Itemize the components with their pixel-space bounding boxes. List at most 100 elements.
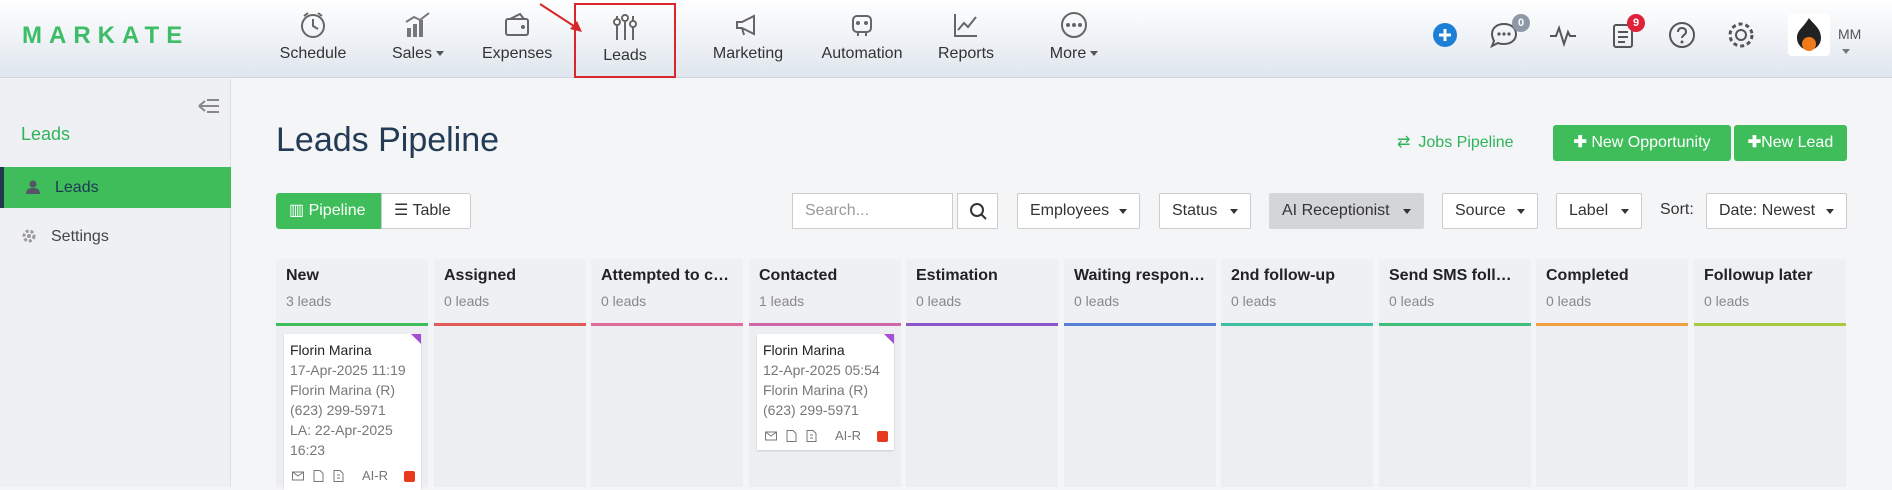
column-lead-count: 0 leads xyxy=(601,293,647,309)
new-lead-label: New Lead xyxy=(1761,134,1834,151)
column-header: Contacted 1 leads xyxy=(749,259,901,323)
sidebar-title: Leads xyxy=(21,124,71,144)
user-avatar-icon xyxy=(1797,18,1821,51)
new-lead-button[interactable]: ✚New Lead xyxy=(1734,125,1847,161)
markate-logo[interactable]: MARKATE xyxy=(22,22,189,50)
status-filter[interactable]: Status xyxy=(1159,193,1251,229)
column-lead-count: 0 leads xyxy=(1546,293,1592,309)
sort-select[interactable]: Date: Newest xyxy=(1706,193,1847,229)
invoice-icon[interactable] xyxy=(805,430,817,442)
activity-pulse-icon[interactable] xyxy=(1546,18,1580,52)
nav-label: Expenses xyxy=(482,45,553,62)
chevron-down-icon xyxy=(1621,209,1629,214)
nav-label: Reports xyxy=(937,45,995,62)
status-color-indicator xyxy=(877,431,888,442)
wallet-icon xyxy=(505,12,529,36)
column-lead-count: 0 leads xyxy=(1704,293,1750,309)
column-lead-count: 0 leads xyxy=(916,293,962,309)
ai-receptionist-filter[interactable]: AI Receptionist xyxy=(1269,193,1424,229)
nav-schedule[interactable]: Schedule xyxy=(274,0,352,78)
document-icon[interactable] xyxy=(312,470,324,482)
label-filter[interactable]: Label xyxy=(1556,193,1642,229)
lead-name: Florin Marina xyxy=(763,342,845,358)
view-table-button[interactable]: ☰ Table xyxy=(381,193,471,229)
nav-more[interactable]: More xyxy=(1046,0,1102,78)
top-navbar: MARKATE Schedule Sales Expenses Leads Ma… xyxy=(0,0,1892,78)
search-input[interactable]: Search... xyxy=(792,193,953,229)
lead-contact: Florin Marina (R) xyxy=(763,382,869,398)
column-lead-count: 0 leads xyxy=(1074,293,1120,309)
chevron-down-icon xyxy=(1090,51,1099,57)
invoice-icon[interactable] xyxy=(332,470,344,482)
column-color-bar xyxy=(1379,323,1531,326)
plus-icon: ✚ xyxy=(1747,134,1762,151)
help-icon[interactable] xyxy=(1665,18,1699,52)
pipeline-column: 2nd follow-up 0 leads xyxy=(1221,259,1373,487)
employees-filter-label: Employees xyxy=(1030,202,1110,219)
document-icon[interactable] xyxy=(785,430,797,442)
sidebar-item-leads[interactable]: Leads xyxy=(0,167,231,208)
lead-date: 17-Apr-2025 11:19 xyxy=(290,362,406,378)
column-title: Followup later xyxy=(1704,267,1813,284)
source-filter[interactable]: Source xyxy=(1442,193,1538,229)
chevron-down-icon xyxy=(436,51,445,57)
pipeline-column: Estimation 0 leads xyxy=(906,259,1058,487)
lead-phone: (623) 299-5971 xyxy=(290,402,386,418)
pipeline-column: Attempted to contact 0 leads xyxy=(591,259,743,487)
view-pipeline-button[interactable]: ▥ Pipeline xyxy=(276,193,381,229)
column-header: 2nd follow-up 0 leads xyxy=(1221,259,1373,323)
jobs-pipeline-link[interactable]: ⇄ Jobs Pipeline xyxy=(1397,132,1514,152)
lead-source-tag: AI-R xyxy=(835,428,861,443)
column-header: Followup later 0 leads xyxy=(1694,259,1846,323)
page-title: Leads Pipeline xyxy=(276,121,500,159)
tasks-badge: 9 xyxy=(1627,14,1645,32)
nav-leads[interactable]: Leads xyxy=(574,3,676,78)
mail-icon[interactable] xyxy=(765,430,777,442)
avatar[interactable] xyxy=(1788,14,1830,56)
red-arrow-annotation-icon xyxy=(539,3,582,32)
nav-reports[interactable]: Reports xyxy=(924,0,1008,78)
pipeline-column: Completed 0 leads xyxy=(1536,259,1688,487)
column-color-bar xyxy=(749,323,901,326)
chevron-down-icon xyxy=(1826,209,1834,214)
pipeline-column: Send SMS follow-up 0 leads xyxy=(1379,259,1531,487)
sidebar-item-label: Settings xyxy=(51,228,109,245)
nav-sales[interactable]: Sales xyxy=(388,0,448,78)
user-menu[interactable]: MM xyxy=(1838,26,1861,58)
column-title: New xyxy=(286,267,319,284)
column-color-bar xyxy=(1221,323,1373,326)
nav-marketing[interactable]: Marketing xyxy=(696,0,800,78)
nav-label: Leads xyxy=(603,47,647,64)
search-button[interactable] xyxy=(957,193,998,229)
robot-icon xyxy=(852,15,872,36)
lead-card[interactable]: Florin Marina 12-Apr-2025 05:54 Florin M… xyxy=(757,334,894,450)
nav-label: Automation xyxy=(821,45,903,62)
nav-automation[interactable]: Automation xyxy=(812,0,912,78)
column-lead-count: 0 leads xyxy=(1389,293,1435,309)
pipeline-column: Assigned 0 leads xyxy=(434,259,586,487)
column-title: Waiting response xyxy=(1074,267,1206,284)
sidebar-item-settings[interactable]: Settings xyxy=(0,216,231,257)
view-table-label: Table xyxy=(412,202,451,219)
column-color-bar xyxy=(1064,323,1216,326)
plus-icon: ✚ xyxy=(1573,134,1592,151)
column-title: Send SMS follow-up xyxy=(1389,267,1521,284)
lead-card[interactable]: Florin Marina 17-Apr-2025 11:19 Florin M… xyxy=(284,334,421,490)
column-color-bar xyxy=(591,323,743,326)
column-title: 2nd follow-up xyxy=(1231,267,1335,284)
jobs-pipeline-label: Jobs Pipeline xyxy=(1418,134,1514,151)
column-lead-count: 3 leads xyxy=(286,293,332,309)
mail-icon[interactable] xyxy=(292,470,304,482)
card-corner-marker xyxy=(411,334,421,344)
collapse-sidebar-icon[interactable] xyxy=(197,96,221,116)
new-opportunity-button[interactable]: ✚ New Opportunity xyxy=(1553,125,1731,161)
nav-label: Marketing xyxy=(712,45,784,62)
add-circle-icon[interactable] xyxy=(1428,18,1462,52)
gear-icon xyxy=(22,229,36,243)
employees-filter[interactable]: Employees xyxy=(1017,193,1140,229)
chevron-down-icon xyxy=(1119,209,1127,214)
settings-gear-icon[interactable] xyxy=(1724,18,1758,52)
chevron-down-icon xyxy=(1403,209,1411,214)
swap-arrows-icon: ⇄ xyxy=(1397,134,1411,151)
lead-source-tag: AI-R xyxy=(362,468,388,483)
